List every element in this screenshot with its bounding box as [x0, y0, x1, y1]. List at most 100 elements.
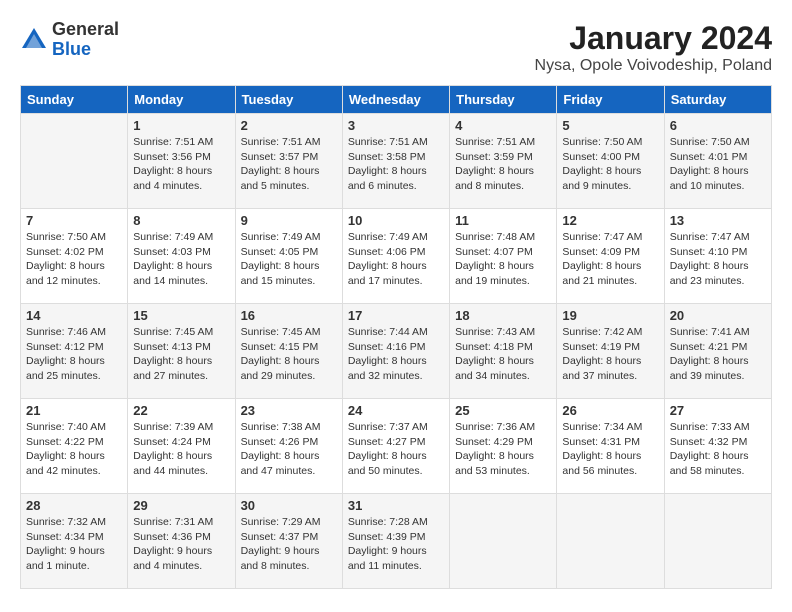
day-number: 11: [455, 213, 551, 228]
logo-general: General: [52, 19, 119, 39]
day-info: Sunrise: 7:47 AMSunset: 4:10 PMDaylight:…: [670, 230, 766, 289]
calendar-cell: 1 Sunrise: 7:51 AMSunset: 3:56 PMDaylight…: [128, 114, 235, 209]
calendar-week-row: 28Sunrise: 7:32 AMSunset: 4:34 PMDayligh…: [21, 494, 772, 589]
day-info: Sunrise: 7:41 AMSunset: 4:21 PMDaylight:…: [670, 325, 766, 384]
day-info: Sunrise: 7:38 AMSunset: 4:26 PMDaylight:…: [241, 420, 337, 479]
calendar-cell: 30 Sunrise: 7:29 AMSunset: 4:37 PMDayligh…: [235, 494, 342, 589]
logo-blue: Blue: [52, 39, 91, 59]
day-number: 7: [26, 213, 122, 228]
day-info: Sunrise: 7:29 AMSunset: 4:37 PMDaylight:…: [241, 515, 337, 574]
day-info: Sunrise: 7:50 AMSunset: 4:00 PMDaylight:…: [562, 135, 658, 194]
day-number: 26: [562, 403, 658, 418]
day-info: Sunrise: 7:39 AMSunset: 4:24 PMDaylight:…: [133, 420, 229, 479]
calendar-week-row: 1 Sunrise: 7:51 AMSunset: 3:56 PMDaylight…: [21, 114, 772, 209]
day-number: 22: [133, 403, 229, 418]
calendar-header-row: SundayMondayTuesdayWednesdayThursdayFrid…: [21, 86, 772, 114]
day-number: 17: [348, 308, 444, 323]
calendar-cell: 22 Sunrise: 7:39 AMSunset: 4:24 PMDayligh…: [128, 399, 235, 494]
day-number: 4: [455, 118, 551, 133]
calendar-cell: 4 Sunrise: 7:51 AMSunset: 3:59 PMDaylight…: [450, 114, 557, 209]
calendar-cell: 31 Sunrise: 7:28 AMSunset: 4:39 PMDayligh…: [342, 494, 449, 589]
day-number: 20: [670, 308, 766, 323]
day-info: Sunrise: 7:51 AMSunset: 3:57 PMDaylight:…: [241, 135, 337, 194]
day-number: 3: [348, 118, 444, 133]
calendar-cell: 23 Sunrise: 7:38 AMSunset: 4:26 PMDayligh…: [235, 399, 342, 494]
day-number: 31: [348, 498, 444, 513]
day-info: Sunrise: 7:45 AMSunset: 4:13 PMDaylight:…: [133, 325, 229, 384]
day-info: Sunrise: 7:42 AMSunset: 4:19 PMDaylight:…: [562, 325, 658, 384]
day-number: 8: [133, 213, 229, 228]
day-info: Sunrise: 7:34 AMSunset: 4:31 PMDaylight:…: [562, 420, 658, 479]
day-number: 29: [133, 498, 229, 513]
calendar-cell: 2 Sunrise: 7:51 AMSunset: 3:57 PMDaylight…: [235, 114, 342, 209]
day-info: Sunrise: 7:48 AMSunset: 4:07 PMDaylight:…: [455, 230, 551, 289]
calendar-header-saturday: Saturday: [664, 86, 771, 114]
day-info: Sunrise: 7:51 AMSunset: 3:56 PMDaylight:…: [133, 135, 229, 194]
day-number: 28: [26, 498, 122, 513]
calendar-cell: 8Sunrise: 7:49 AMSunset: 4:03 PMDaylight…: [128, 209, 235, 304]
day-info: Sunrise: 7:49 AMSunset: 4:05 PMDaylight:…: [241, 230, 337, 289]
logo-text: General Blue: [52, 20, 119, 60]
page-title: January 2024: [535, 20, 772, 57]
logo: General Blue: [20, 20, 119, 60]
day-number: 16: [241, 308, 337, 323]
day-info: Sunrise: 7:43 AMSunset: 4:18 PMDaylight:…: [455, 325, 551, 384]
calendar-header-wednesday: Wednesday: [342, 86, 449, 114]
calendar-cell: 11 Sunrise: 7:48 AMSunset: 4:07 PMDayligh…: [450, 209, 557, 304]
calendar-cell: [664, 494, 771, 589]
calendar-header-friday: Friday: [557, 86, 664, 114]
day-info: Sunrise: 7:45 AMSunset: 4:15 PMDaylight:…: [241, 325, 337, 384]
calendar-cell: [21, 114, 128, 209]
calendar-cell: 26 Sunrise: 7:34 AMSunset: 4:31 PMDayligh…: [557, 399, 664, 494]
day-number: 9: [241, 213, 337, 228]
day-number: 15: [133, 308, 229, 323]
day-number: 14: [26, 308, 122, 323]
day-info: Sunrise: 7:31 AMSunset: 4:36 PMDaylight:…: [133, 515, 229, 574]
day-info: Sunrise: 7:51 AMSunset: 3:58 PMDaylight:…: [348, 135, 444, 194]
day-number: 23: [241, 403, 337, 418]
calendar-cell: 6Sunrise: 7:50 AMSunset: 4:01 PMDaylight…: [664, 114, 771, 209]
day-number: 25: [455, 403, 551, 418]
calendar-cell: 16 Sunrise: 7:45 AMSunset: 4:15 PMDayligh…: [235, 304, 342, 399]
calendar-cell: 20 Sunrise: 7:41 AMSunset: 4:21 PMDayligh…: [664, 304, 771, 399]
calendar-week-row: 21 Sunrise: 7:40 AMSunset: 4:22 PMDayligh…: [21, 399, 772, 494]
day-number: 2: [241, 118, 337, 133]
calendar-cell: 12 Sunrise: 7:47 AMSunset: 4:09 PMDayligh…: [557, 209, 664, 304]
calendar-cell: 13 Sunrise: 7:47 AMSunset: 4:10 PMDayligh…: [664, 209, 771, 304]
page-subtitle: Nysa, Opole Voivodeship, Poland: [535, 57, 772, 75]
day-number: 27: [670, 403, 766, 418]
day-number: 19: [562, 308, 658, 323]
calendar-cell: 17 Sunrise: 7:44 AMSunset: 4:16 PMDayligh…: [342, 304, 449, 399]
day-number: 24: [348, 403, 444, 418]
page-header: General Blue January 2024 Nysa, Opole Vo…: [20, 20, 772, 75]
calendar-cell: 21 Sunrise: 7:40 AMSunset: 4:22 PMDayligh…: [21, 399, 128, 494]
calendar-cell: 14 Sunrise: 7:46 AMSunset: 4:12 PMDayligh…: [21, 304, 128, 399]
calendar-header-sunday: Sunday: [21, 86, 128, 114]
day-info: Sunrise: 7:44 AMSunset: 4:16 PMDaylight:…: [348, 325, 444, 384]
calendar-cell: [557, 494, 664, 589]
calendar-cell: 3 Sunrise: 7:51 AMSunset: 3:58 PMDaylight…: [342, 114, 449, 209]
calendar-cell: 29 Sunrise: 7:31 AMSunset: 4:36 PMDayligh…: [128, 494, 235, 589]
day-info: Sunrise: 7:28 AMSunset: 4:39 PMDaylight:…: [348, 515, 444, 574]
calendar-header-monday: Monday: [128, 86, 235, 114]
day-number: 18: [455, 308, 551, 323]
day-info: Sunrise: 7:51 AMSunset: 3:59 PMDaylight:…: [455, 135, 551, 194]
calendar-cell: 9 Sunrise: 7:49 AMSunset: 4:05 PMDaylight…: [235, 209, 342, 304]
day-number: 13: [670, 213, 766, 228]
day-info: Sunrise: 7:46 AMSunset: 4:12 PMDaylight:…: [26, 325, 122, 384]
day-number: 21: [26, 403, 122, 418]
day-number: 10: [348, 213, 444, 228]
day-number: 5: [562, 118, 658, 133]
day-info: Sunrise: 7:47 AMSunset: 4:09 PMDaylight:…: [562, 230, 658, 289]
calendar-header-tuesday: Tuesday: [235, 86, 342, 114]
day-info: Sunrise: 7:40 AMSunset: 4:22 PMDaylight:…: [26, 420, 122, 479]
calendar-week-row: 14 Sunrise: 7:46 AMSunset: 4:12 PMDayligh…: [21, 304, 772, 399]
day-number: 1: [133, 118, 229, 133]
day-number: 12: [562, 213, 658, 228]
day-info: Sunrise: 7:50 AMSunset: 4:02 PMDaylight:…: [26, 230, 122, 289]
calendar-cell: 28Sunrise: 7:32 AMSunset: 4:34 PMDayligh…: [21, 494, 128, 589]
logo-icon: [20, 26, 48, 54]
day-info: Sunrise: 7:50 AMSunset: 4:01 PMDaylight:…: [670, 135, 766, 194]
day-info: Sunrise: 7:49 AMSunset: 4:06 PMDaylight:…: [348, 230, 444, 289]
day-number: 30: [241, 498, 337, 513]
